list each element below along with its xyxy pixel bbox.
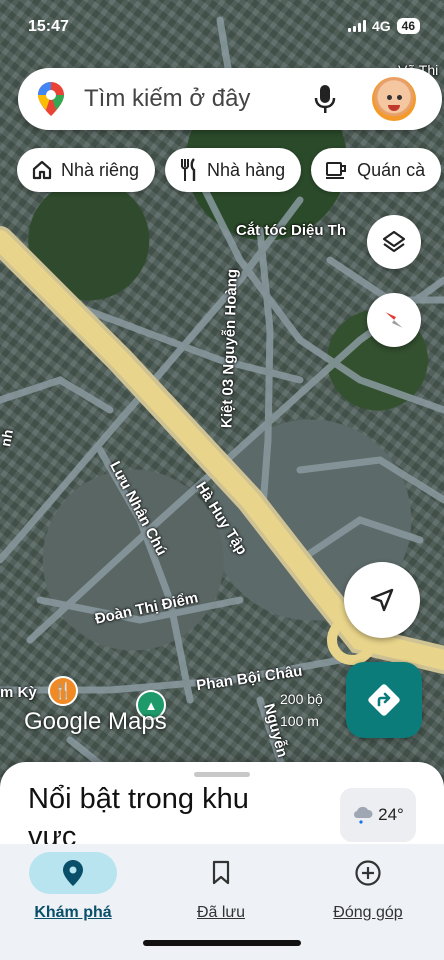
network-type: 4G (371, 18, 391, 34)
status-bar: 15:47 4G 46 (0, 0, 444, 58)
chip-nha-rieng[interactable]: Nhà riêng (17, 148, 156, 192)
map-label-m-ky[interactable]: m Kỳ (0, 684, 37, 701)
tab-explore[interactable]: Khám phá (3, 852, 143, 922)
compass-icon (384, 311, 404, 329)
sheet-drag-handle[interactable] (194, 772, 250, 777)
chip-quan-ca-phe[interactable]: Quán cà (311, 148, 442, 192)
avatar[interactable] (372, 77, 416, 121)
coffee-icon (326, 162, 347, 179)
directions-icon (368, 684, 400, 716)
my-location-button[interactable] (344, 562, 420, 638)
compass-button[interactable] (367, 293, 421, 347)
explore-pin-icon (63, 860, 83, 886)
home-indicator (143, 940, 301, 946)
weather-badge[interactable]: 24° (340, 788, 416, 842)
navigation-arrow-icon (370, 588, 394, 612)
home-icon (32, 160, 52, 180)
directions-button[interactable] (346, 662, 422, 738)
layers-button[interactable] (367, 215, 421, 269)
map-label-cat-toc[interactable]: Cắt tóc Diệu Th (236, 222, 346, 239)
chip-nha-hang[interactable]: Nhà hàng (165, 148, 302, 192)
tab-saved[interactable]: Đã lưu (151, 852, 291, 922)
google-maps-logo: Google Maps (24, 708, 167, 735)
battery-icon: 46 (396, 18, 420, 34)
signal-icon (347, 20, 366, 32)
search-input[interactable]: Tìm kiếm ở đây (84, 85, 250, 113)
google-maps-pin-icon (38, 82, 64, 121)
status-time: 15:47 (28, 18, 69, 35)
bookmark-icon (212, 860, 230, 885)
add-circle-icon (355, 860, 381, 886)
category-chips: Nhà riêng Nhà hàng Quán cà (17, 148, 442, 192)
microphone-icon[interactable] (314, 84, 336, 119)
temperature: 24° (378, 805, 404, 824)
search-bar[interactable]: Tìm kiếm ở đây (18, 68, 442, 130)
map-scale: 200 bộ 100 m (280, 691, 323, 729)
tab-contribute[interactable]: Đóng góp (298, 852, 438, 922)
layers-icon (382, 230, 406, 253)
restaurant-poi-icon[interactable]: 🍴 (48, 676, 78, 706)
restaurant-icon (181, 158, 196, 181)
cloud-rain-icon (354, 806, 373, 824)
